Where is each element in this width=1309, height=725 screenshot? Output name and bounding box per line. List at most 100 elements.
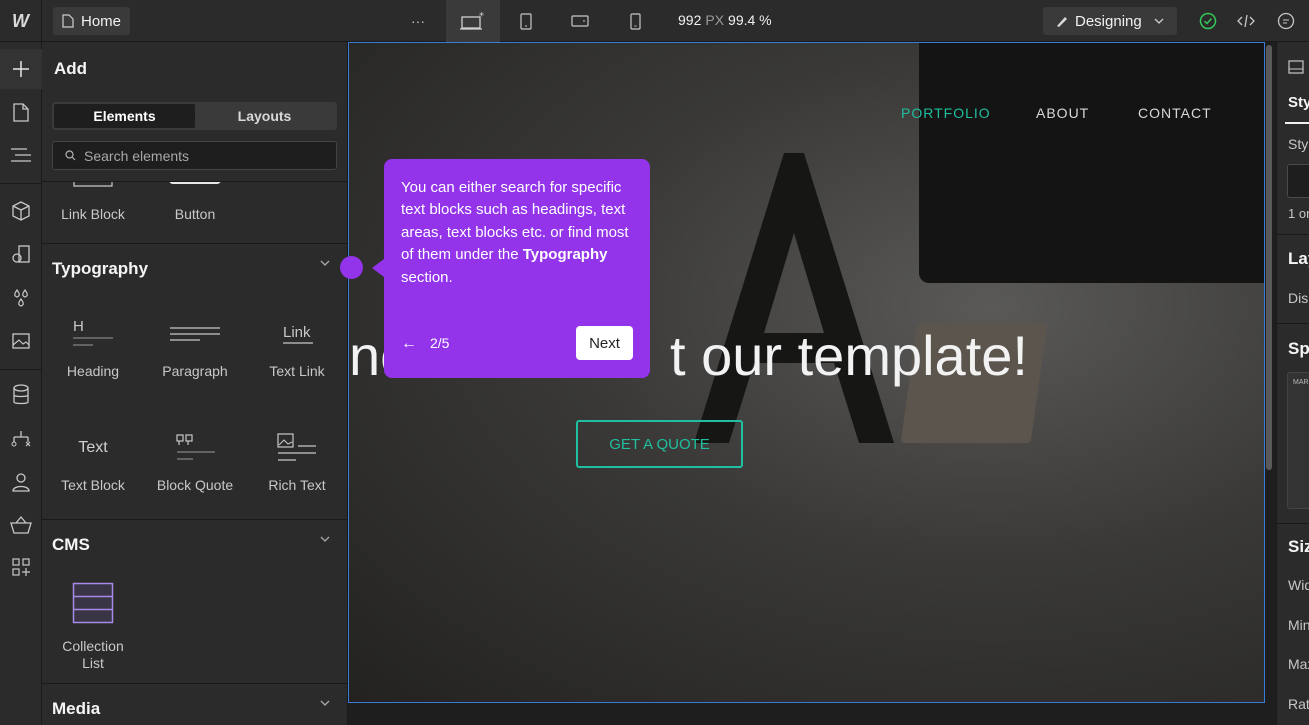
panel-divider <box>1277 234 1309 235</box>
assets-panel-button[interactable] <box>0 321 42 361</box>
tab-layouts[interactable]: Layouts <box>194 104 335 128</box>
page-name: Home <box>81 12 122 30</box>
style-selectors-button[interactable] <box>0 278 42 318</box>
more-options-button[interactable]: ··· <box>403 0 433 42</box>
selector-count: 1 or <box>1288 206 1309 221</box>
collection-list-element[interactable]: Collection List <box>42 580 144 672</box>
style-tab[interactable]: Sty <box>1288 94 1309 111</box>
pages-panel-button[interactable] <box>0 92 42 132</box>
ratio-label: Rat <box>1288 696 1309 712</box>
tile-label: Heading <box>66 363 120 379</box>
next-button[interactable]: Next <box>576 326 633 360</box>
users-panel-button[interactable] <box>0 462 42 502</box>
text-link-element[interactable]: Link Text Link <box>246 316 347 380</box>
panel-title: Add <box>54 59 88 78</box>
search-elements-input[interactable]: Search elements <box>52 141 337 170</box>
cms-section-header[interactable]: CMS <box>42 519 347 563</box>
mobile-landscape-icon <box>571 15 589 27</box>
chevron-down-icon <box>320 536 330 542</box>
rail-divider <box>0 183 42 184</box>
rich-text-element[interactable]: Rich Text <box>246 430 347 494</box>
add-elements-panel: Add Elements Layouts Search elements Lin… <box>42 42 348 725</box>
nav-link-about[interactable]: ABOUT <box>1036 105 1089 121</box>
tile-label: Block Quote <box>156 477 234 493</box>
canvas-zoom: 99.4 % <box>728 12 772 28</box>
tour-tooltip: You can either search for specific text … <box>372 159 650 378</box>
spacing-box[interactable]: MAR <box>1287 372 1309 509</box>
tab-elements[interactable]: Elements <box>54 104 195 128</box>
tour-hotspot[interactable] <box>340 256 363 279</box>
components-panel-button[interactable] <box>0 191 42 231</box>
webflow-logo[interactable]: W <box>0 0 42 42</box>
rail-divider <box>0 369 42 370</box>
block-quote-element[interactable]: Block Quote <box>144 430 246 494</box>
desktop-star-icon: * <box>460 11 484 30</box>
mobile-portrait-breakpoint-button[interactable] <box>621 0 649 42</box>
variables-panel-button[interactable] <box>0 234 42 274</box>
tile-label: Link Block <box>61 206 125 222</box>
tour-step-counter: 2/5 <box>430 335 450 351</box>
nav-link-contact[interactable]: CONTACT <box>1138 105 1212 121</box>
svg-text:*: * <box>479 11 484 22</box>
typography-section-header[interactable]: Typography <box>42 243 347 287</box>
page-selector-button[interactable]: Home <box>53 7 131 35</box>
tile-label: Text Block <box>61 477 125 493</box>
add-panel-button[interactable] <box>0 49 42 89</box>
code-icon <box>1237 14 1255 28</box>
text-block-element[interactable]: Text Text Block <box>42 430 144 494</box>
search-icon <box>65 150 76 161</box>
media-section-header[interactable]: Media <box>42 683 347 725</box>
canvas-scrollbar[interactable] <box>1266 45 1272 470</box>
navigator-icon <box>11 148 31 162</box>
section-title: Media <box>52 699 101 718</box>
size-section-title[interactable]: Siz <box>1288 537 1309 557</box>
comments-button[interactable] <box>1274 0 1298 42</box>
paragraph-element[interactable]: Paragraph <box>144 316 246 380</box>
background-letter-a <box>694 153 894 443</box>
webflow-designer: W Home ··· * 992 PX 99.4 % Designing Add… <box>0 0 1309 725</box>
style-panel-icon <box>1288 60 1304 74</box>
elements-scroll-area: Link Block Button Typography H Heading P… <box>42 181 347 725</box>
code-export-button[interactable] <box>1234 0 1258 42</box>
canvas-width: 992 <box>678 12 702 28</box>
publish-status-button[interactable] <box>1196 0 1220 42</box>
text-block-icon: Text <box>78 439 108 456</box>
navigator-panel-button[interactable] <box>0 135 42 175</box>
tooltip-text-end: section. <box>401 268 453 286</box>
link-block-icon <box>73 182 113 190</box>
logic-panel-button[interactable] <box>0 419 42 459</box>
get-a-quote-button[interactable]: GET A QUOTE <box>576 420 743 468</box>
button-icon <box>168 182 222 190</box>
ecommerce-panel-button[interactable] <box>0 505 42 545</box>
link-block-element[interactable]: Link Block <box>42 182 144 223</box>
layout-section-title[interactable]: Lay <box>1288 249 1309 269</box>
apps-panel-button[interactable] <box>0 547 42 587</box>
tablet-breakpoint-button[interactable] <box>512 0 540 42</box>
style-panel: Sty Sty 1 or Lay Disp Spa MAR Siz Wid Mi… <box>1276 42 1309 725</box>
mode-label: Designing <box>1075 12 1142 30</box>
designer-mode-button[interactable]: Designing <box>1043 7 1177 35</box>
min-label: Min <box>1288 617 1309 633</box>
heading-icon: H <box>71 316 115 352</box>
selector-input[interactable] <box>1287 164 1309 198</box>
mobile-portrait-icon <box>629 12 641 30</box>
mobile-landscape-breakpoint-button[interactable] <box>566 0 594 42</box>
collection-list-icon <box>72 580 114 626</box>
tooltip-text-bold: Typography <box>522 246 608 264</box>
active-tab-indicator <box>1285 122 1309 124</box>
tile-label: Paragraph <box>162 363 228 379</box>
cms-panel-button[interactable] <box>0 375 42 415</box>
spacing-section-title[interactable]: Spa <box>1288 339 1309 359</box>
cube-icon <box>12 201 30 221</box>
back-arrow-icon[interactable]: ← <box>401 335 417 353</box>
button-element[interactable]: Button <box>144 182 246 223</box>
hero-heading-end: t our template! <box>670 324 1028 387</box>
page-icon <box>62 14 74 28</box>
plus-icon <box>13 61 29 77</box>
canvas-dimensions: 992 PX 99.4 % <box>678 12 772 28</box>
desktop-breakpoint-button[interactable]: * <box>446 0 500 42</box>
heading-element[interactable]: H Heading <box>42 316 144 380</box>
width-label: Wid <box>1288 577 1309 593</box>
tile-label-line: Collection <box>62 638 124 654</box>
nav-link-portfolio[interactable]: PORTFOLIO <box>901 105 991 121</box>
